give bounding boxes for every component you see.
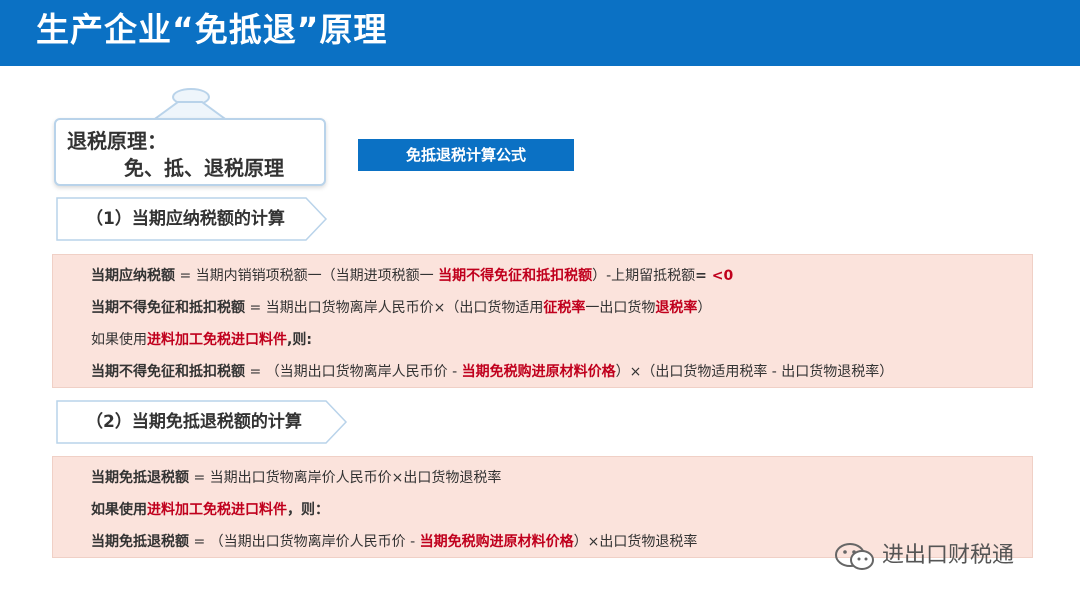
page-title: 生产企业“免抵退”原理 (36, 10, 388, 49)
formula-line: 当期免抵退税额 = （当期出口货物离岸价人民币价 - 当期免税购进原材料价格）×… (91, 531, 697, 551)
principle-subtitle: 免、抵、退税原理 (124, 156, 284, 180)
formula-text: ） (697, 300, 712, 316)
emphasis-text: 进料加工免税进口料件 (147, 502, 287, 518)
formula-text: = 当期出口货物离岸价人民币价×出口货物退税率 (189, 470, 502, 486)
formula-text: = (695, 268, 712, 284)
formula-text: = （当期出口货物离岸人民币价 - (245, 364, 462, 380)
emphasis-text: 征税率 (543, 300, 586, 316)
emphasis-text: <0 (711, 268, 734, 284)
principle-box: 退税原理： 免、抵、退税原理 (54, 118, 326, 186)
formula-text: 当期免抵退税额 (91, 470, 189, 486)
section-heading: （1）当期应纳税额的计算 (86, 209, 285, 229)
emphasis-text: 进料加工免税进口料件 (147, 332, 287, 348)
formula-text: 一出口货物 (585, 300, 656, 316)
formula-line: 当期免抵退税额 = 当期出口货物离岸价人民币价×出口货物退税率 (91, 467, 501, 487)
formula-text: 当期免抵退税额 (91, 534, 189, 550)
formula-panel-1: 当期应纳税额 = 当期内销销项税额一（当期进项税额一 当期不得免征和抵扣税额）-… (52, 254, 1033, 388)
emphasis-text: 退税率 (655, 300, 698, 316)
formula-text: 当期应纳税额 (91, 268, 175, 284)
section-header-2: （2）当期免抵退税额的计算 (56, 400, 348, 444)
formula-line: 当期不得免征和抵扣税额 = （当期出口货物离岸人民币价 - 当期免税购进原材料价… (91, 361, 893, 381)
formula-text: = 当期内销销项税额一（当期进项税额一 (175, 268, 439, 284)
section-header-1: （1）当期应纳税额的计算 (56, 197, 328, 241)
emphasis-text: 当期免税购进原材料价格 (461, 364, 616, 380)
formula-text: ）×（出口货物适用税率 - 出口货物退税率） (615, 364, 894, 380)
formula-text: ）×出口货物退税率 (573, 534, 698, 550)
title-bar: 生产企业“免抵退”原理 (0, 0, 1080, 66)
formula-text: 如果使用 (91, 332, 147, 348)
formula-button[interactable]: 免抵退税计算公式 (358, 139, 574, 171)
formula-line: 当期不得免征和抵扣税额 = 当期出口货物离岸人民币价×（出口货物适用征税率一出口… (91, 297, 711, 317)
formula-text: ，则： (287, 502, 329, 518)
formula-text: ）-上期留抵税额 (592, 268, 696, 284)
section-heading: （2）当期免抵退税额的计算 (86, 412, 302, 432)
formula-text: 当期不得免征和抵扣税额 (91, 364, 245, 380)
formula-line: 当期应纳税额 = 当期内销销项税额一（当期进项税额一 当期不得免征和抵扣税额）-… (91, 265, 733, 285)
principle-title: 退税原理： (67, 129, 167, 153)
emphasis-text: 当期不得免征和抵扣税额 (438, 268, 593, 284)
formula-text: ,则: (287, 332, 312, 348)
emphasis-text: 当期免税购进原材料价格 (419, 534, 574, 550)
formula-text: = （当期出口货物离岸价人民币价 - (189, 534, 420, 550)
watermark-text: 进出口财税通 (882, 543, 1015, 568)
formula-line: 如果使用进料加工免税进口料件，则： (91, 499, 329, 519)
wechat-icon (835, 543, 874, 570)
formula-text: = 当期出口货物离岸人民币价×（出口货物适用 (245, 300, 544, 316)
formula-text: 当期不得免征和抵扣税额 (91, 300, 245, 316)
formula-line: 如果使用进料加工免税进口料件,则: (91, 329, 312, 349)
formula-text: 如果使用 (91, 502, 147, 518)
